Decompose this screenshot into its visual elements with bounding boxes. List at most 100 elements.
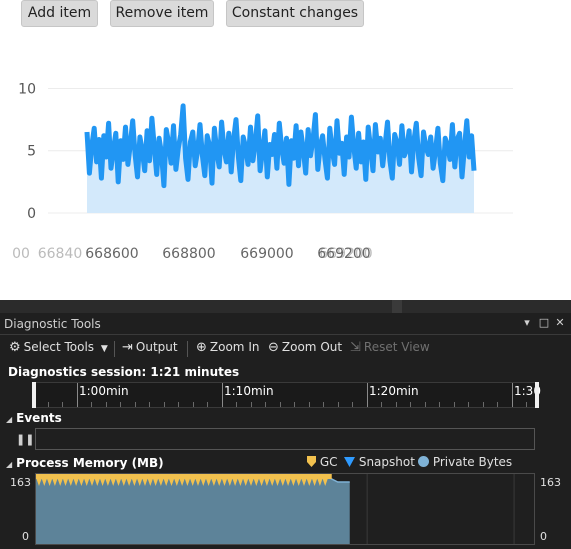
- timeline-minor-tick: [337, 402, 339, 407]
- snapshot-marker-icon: [344, 457, 355, 467]
- timeline-label: 1:00min: [79, 384, 129, 398]
- timeline-minor-tick: [149, 402, 150, 407]
- zoom-in-button[interactable]: ⊕ Zoom In: [196, 340, 259, 355]
- reset-view-button[interactable]: ⇲ Reset View: [350, 340, 430, 355]
- output-icon: ⇥: [122, 340, 133, 355]
- timeline-major-tick: [77, 383, 78, 407]
- add-item-button[interactable]: Add item: [21, 0, 98, 27]
- timeline-label: 1:20min: [369, 384, 419, 398]
- timeline-minor-tick: [410, 402, 411, 407]
- legend-snapshot-label: Snapshot: [358, 455, 415, 469]
- events-label: Events: [16, 411, 62, 425]
- timeline-minor-tick: [468, 402, 469, 407]
- timeline-selection-end-handle[interactable]: [535, 382, 539, 408]
- timeline-minor-tick: [105, 402, 107, 407]
- timeline-minor-tick: [482, 402, 484, 407]
- legend-private-bytes-label: Private Bytes: [432, 455, 513, 469]
- timeline-minor-tick: [134, 402, 136, 407]
- gc-band: [36, 474, 332, 479]
- timeline-minor-tick: [47, 402, 49, 407]
- panel-title-bar: Diagnostic Tools ▾ □ ✕: [0, 313, 571, 335]
- timeline-minor-tick: [352, 402, 353, 407]
- y-tick-label: 5: [27, 144, 36, 160]
- chart-x-axis: 00 66840 669200668600 668800 669000 669200: [12, 246, 373, 262]
- timeline-ruler[interactable]: 1:00min 1:10min 1:20min 1:30: [33, 382, 541, 408]
- events-section-header[interactable]: ◢ Events: [6, 411, 62, 425]
- timeline-minor-tick: [294, 402, 295, 407]
- select-tools-label: Select Tools: [23, 340, 95, 354]
- collapse-triangle-icon: ◢: [6, 460, 13, 469]
- x-tick-label: 668600: [85, 246, 138, 262]
- dropdown-icon[interactable]: ▾: [520, 316, 534, 329]
- output-button[interactable]: ⇥ Output: [122, 340, 178, 355]
- x-tick-label-faded: 66840: [38, 246, 83, 262]
- maximize-icon[interactable]: □: [537, 316, 551, 329]
- memory-title: Process Memory (MB): [16, 456, 164, 470]
- legend-gc-label: GC: [319, 455, 338, 469]
- select-tools-button[interactable]: ⚙ Select Tools ▼: [9, 340, 108, 355]
- timeline-minor-tick: [250, 402, 252, 407]
- timeline-selection-start-handle[interactable]: [32, 382, 36, 408]
- private-bytes-marker-icon: [418, 456, 429, 467]
- memory-section-header[interactable]: ◢ Process Memory (MB): [6, 456, 164, 470]
- timeline-minor-tick: [207, 402, 208, 407]
- panel-title: Diagnostic Tools: [4, 317, 101, 331]
- y-tick-label: 10: [18, 81, 36, 97]
- x-tick-label: 669200: [317, 246, 370, 262]
- diagnostic-toolbar: ⚙ Select Tools ▼ ⇥ Output ⊕ Zoom In ⊖ Zoom O…: [0, 335, 571, 361]
- y-tick-label: 0: [27, 206, 36, 222]
- reset-view-icon: ⇲: [350, 340, 361, 355]
- memory-axis-max-right: 163: [540, 476, 561, 489]
- timeline-minor-tick: [381, 402, 382, 407]
- memory-graph-canvas: [36, 474, 515, 544]
- timeline-label: 1:10min: [224, 384, 274, 398]
- x-tick-label-faded: 00: [12, 246, 30, 262]
- pause-icon[interactable]: ❚❚: [16, 433, 34, 446]
- close-icon[interactable]: ✕: [553, 316, 567, 329]
- private-bytes-area: [36, 478, 350, 544]
- legend-gc: GC: [307, 455, 338, 469]
- memory-axis-min-left: 0: [22, 530, 29, 543]
- timeline-minor-tick: [453, 402, 455, 407]
- timeline-minor-tick: [526, 402, 527, 407]
- timeline-minor-tick: [395, 402, 397, 407]
- zoom-out-button[interactable]: ⊖ Zoom Out: [268, 340, 342, 355]
- x-tick-label: 668800: [162, 246, 215, 262]
- reset-view-label: Reset View: [363, 340, 430, 354]
- timeline-minor-tick: [178, 402, 179, 407]
- timeline-minor-tick: [120, 402, 121, 407]
- timeline-major-tick: [367, 383, 368, 407]
- constant-changes-button[interactable]: Constant changes: [226, 0, 364, 27]
- memory-axis-min-right: 0: [540, 530, 547, 543]
- timeline-minor-tick: [424, 402, 426, 407]
- zoom-in-icon: ⊕: [196, 340, 207, 355]
- timeline-minor-tick: [192, 402, 194, 407]
- editor-strip: [0, 300, 571, 313]
- timeline-minor-tick: [497, 402, 498, 407]
- chart-y-axis: 10 5 0: [18, 81, 36, 222]
- legend-private-bytes: Private Bytes: [418, 455, 512, 469]
- events-track: [35, 428, 535, 450]
- timeline-minor-tick: [62, 402, 63, 407]
- gear-icon: ⚙: [9, 340, 21, 355]
- chevron-down-icon: ▼: [100, 344, 108, 354]
- session-duration: Diagnostics session: 1:21 minutes: [8, 365, 240, 379]
- x-tick-label: 669000: [240, 246, 293, 262]
- diagnostic-tools-panel: Diagnostic Tools ▾ □ ✕ ⚙ Select Tools ▼ ⇥…: [0, 300, 571, 549]
- live-data-chart: 1050 00 66840 669200668600 668800 669000 6692…: [12, 81, 513, 262]
- toolbar-separator: [114, 341, 115, 357]
- memory-graph[interactable]: [35, 473, 535, 545]
- collapse-triangle-icon: ◢: [6, 415, 13, 424]
- timeline-minor-tick: [265, 402, 266, 407]
- timeline-minor-tick: [236, 402, 237, 407]
- zoom-out-label: Zoom Out: [281, 340, 343, 354]
- gc-marker-icon: [307, 456, 316, 467]
- chart-area-series: [84, 103, 477, 213]
- output-label: Output: [135, 340, 178, 354]
- memory-axis-max-left: 163: [10, 476, 31, 489]
- zoom-in-label: Zoom In: [209, 340, 260, 354]
- timeline-minor-tick: [308, 402, 310, 407]
- remove-item-button[interactable]: Remove item: [110, 0, 214, 27]
- timeline-minor-tick: [439, 402, 440, 407]
- timeline-minor-tick: [323, 402, 324, 407]
